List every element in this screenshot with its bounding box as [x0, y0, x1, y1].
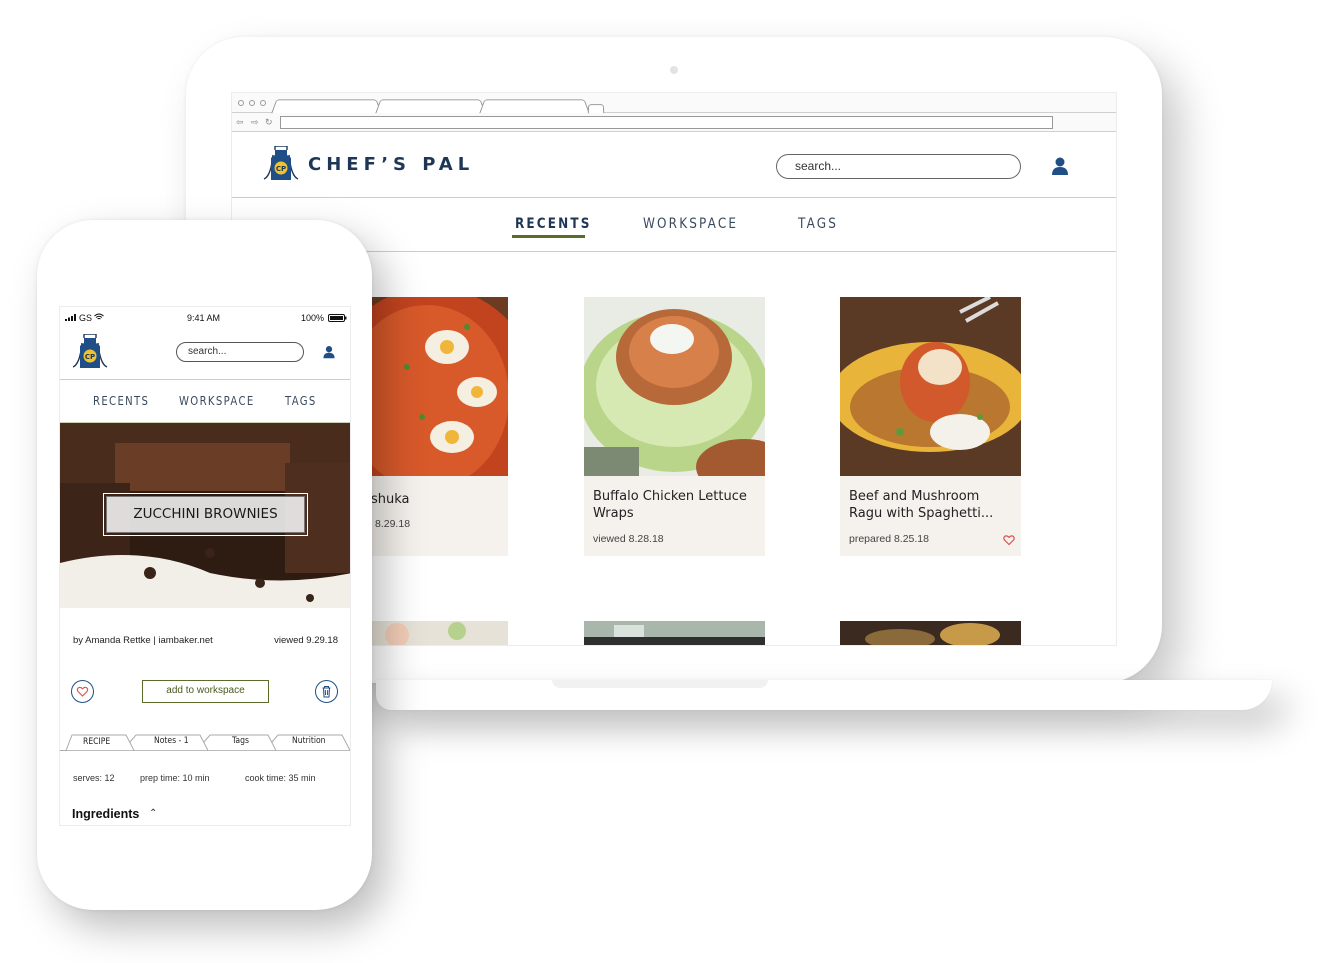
card-meta: viewed 8.28.18: [593, 533, 664, 545]
status-bar: GS 9:41 AM 100%: [60, 307, 350, 327]
search-input[interactable]: search...: [776, 154, 1021, 179]
recipe-card[interactable]: [584, 621, 765, 645]
serves-value: serves: 12: [73, 773, 115, 783]
logo-monogram: CP: [276, 165, 286, 173]
search-input[interactable]: search...: [176, 342, 304, 362]
recipe-tabs: RECIPE Notes - 1 Tags Nutrition: [60, 731, 350, 751]
tab-tags[interactable]: Tags: [232, 736, 249, 746]
tab-nutrition[interactable]: Nutrition: [292, 736, 325, 746]
browser-tab-strip: [232, 93, 1116, 114]
window-minimize-dot[interactable]: [249, 100, 255, 106]
apron-logo-icon[interactable]: CP: [262, 146, 300, 182]
recipe-viewed-date: viewed 9.29.18: [274, 635, 338, 646]
recipe-photo: [584, 621, 765, 645]
carrier-label: GS: [79, 313, 93, 323]
add-to-workspace-button[interactable]: add to workspace: [142, 680, 269, 703]
browser-tab[interactable]: [271, 99, 382, 114]
wifi-icon: [94, 313, 104, 320]
prep-time-value: prep time: 10 min: [140, 773, 210, 783]
status-time: 9:41 AM: [187, 313, 221, 323]
laptop-camera: [670, 66, 678, 74]
back-arrow-icon[interactable]: ⇦: [236, 114, 244, 130]
delete-button[interactable]: [315, 680, 338, 703]
window-zoom-dot[interactable]: [260, 100, 266, 106]
signal-icon: [65, 314, 76, 321]
active-tab-indicator: [512, 235, 585, 238]
battery-icon: [328, 314, 347, 322]
new-tab-button[interactable]: [587, 104, 605, 114]
tab-recipe[interactable]: RECIPE: [83, 737, 110, 747]
browser-tab[interactable]: [479, 99, 590, 114]
cook-time-value: cook time: 35 min: [245, 773, 316, 783]
browser-tab[interactable]: [375, 99, 486, 114]
tab-recents[interactable]: RECENTS: [515, 216, 592, 232]
site-nav: RECENTS WORKSPACE TAGS: [232, 198, 1116, 252]
phone-nav: RECENTS WORKSPACE TAGS: [60, 380, 350, 423]
recipe-byline[interactable]: by Amanda Rettke | iambaker.net: [73, 635, 213, 646]
reload-icon[interactable]: ↻: [265, 114, 273, 130]
battery-label: 100%: [301, 313, 325, 323]
card-info: Beef and Mushroom Ragu with Spaghetti...…: [840, 476, 1021, 556]
tab-tags[interactable]: TAGS: [798, 216, 838, 232]
recipe-card[interactable]: Buffalo Chicken Lettuce Wraps viewed 8.2…: [584, 297, 765, 556]
tab-notes[interactable]: Notes - 1: [154, 736, 189, 746]
card-info: Buffalo Chicken Lettuce Wraps viewed 8.2…: [584, 476, 765, 556]
window-close-dot[interactable]: [238, 100, 244, 106]
chevron-up-icon[interactable]: ⌃: [149, 808, 157, 819]
favorite-button[interactable]: [71, 680, 94, 703]
card-title: shuka: [371, 492, 410, 507]
heart-icon: [76, 686, 89, 697]
phone-header: CP search...: [60, 327, 350, 380]
recipe-card[interactable]: [840, 621, 1021, 645]
apron-logo-icon[interactable]: CP: [71, 334, 109, 370]
laptop-base: [376, 680, 1272, 710]
recipe-hero: ZUCCHINI BROWNIES: [60, 423, 350, 608]
recipe-title: ZUCCHINI BROWNIES: [103, 493, 308, 536]
tab-workspace[interactable]: WORKSPACE: [643, 216, 738, 232]
ingredients-heading[interactable]: Ingredients: [72, 807, 139, 821]
recipe-photo: [584, 297, 765, 476]
card-title: Beef and Mushroom Ragu with Spaghetti...: [849, 489, 994, 521]
laptop-notch: [552, 680, 768, 688]
user-icon[interactable]: [1050, 156, 1070, 176]
address-bar[interactable]: [280, 116, 1053, 129]
tab-recents[interactable]: RECENTS: [93, 394, 149, 408]
recipe-photo: [840, 621, 1021, 645]
recipe-photo: [840, 297, 1021, 476]
card-title: Buffalo Chicken Lettuce Wraps: [593, 489, 747, 521]
recipe-card[interactable]: Beef and Mushroom Ragu with Spaghetti...…: [840, 297, 1021, 556]
brand-name[interactable]: CHEF’S PAL: [308, 154, 474, 175]
card-meta: 8.29.18: [375, 518, 411, 530]
card-meta: prepared 8.25.18: [849, 533, 929, 545]
user-icon[interactable]: [322, 345, 336, 359]
tab-tags[interactable]: TAGS: [285, 394, 317, 408]
forward-arrow-icon[interactable]: ⇨: [251, 114, 259, 130]
heart-icon[interactable]: [1003, 534, 1015, 546]
phone-screen: GS 9:41 AM 100% CP search... RECENTS WOR…: [59, 306, 351, 826]
tab-workspace[interactable]: WORKSPACE: [179, 394, 255, 408]
trash-icon: [322, 686, 331, 698]
browser-chrome: ⇦ ⇨ ↻: [232, 93, 1116, 132]
logo-monogram: CP: [85, 353, 95, 361]
site-header: CP CHEF’S PAL search...: [232, 132, 1116, 198]
